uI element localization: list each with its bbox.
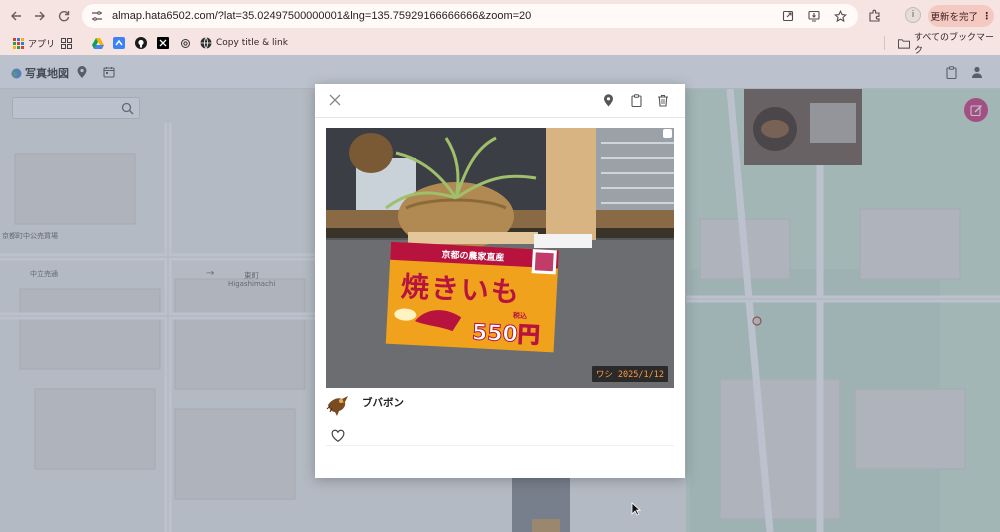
bookmark-app[interactable] <box>113 35 125 51</box>
browser-toolbar: almap.hata6502.com/?lat=35.0249750000000… <box>0 0 1000 32</box>
extensions-puzzle-icon[interactable] <box>866 7 884 25</box>
globe-icon <box>200 37 212 49</box>
app-icon <box>113 37 125 49</box>
address-bar[interactable]: almap.hata6502.com/?lat=35.0249750000000… <box>82 4 858 28</box>
mouse-cursor-icon <box>631 502 641 516</box>
github-icon <box>135 37 147 49</box>
close-icon[interactable] <box>327 92 343 108</box>
post-photo[interactable]: 京都の農家直産 焼きいも 税込 550円 ワシ 2025/1/12 <box>326 128 674 388</box>
bookmark-copy-title[interactable]: Copy title & link <box>200 35 288 51</box>
all-bookmarks-folder[interactable]: すべてのブックマーク <box>898 33 1000 56</box>
post-author[interactable]: ブバボン <box>326 395 404 417</box>
sign-title: 焼きいも <box>400 269 522 310</box>
author-avatar[interactable] <box>326 395 350 417</box>
bookmark-grid[interactable] <box>60 35 72 51</box>
bookmark-label: Copy title & link <box>216 38 288 48</box>
sign-price: 550円 <box>471 320 541 350</box>
browser-chrome: almap.hata6502.com/?lat=35.0249750000000… <box>0 0 1000 56</box>
update-button-label: 更新を完了 <box>930 12 978 23</box>
bookmark-drive[interactable] <box>92 35 104 51</box>
modal-divider <box>326 445 674 446</box>
photo-date-stamp: ワシ 2025/1/12 <box>591 366 668 382</box>
open-external-icon[interactable] <box>780 8 796 24</box>
profile-avatar[interactable]: i <box>905 7 921 23</box>
modal-header <box>315 84 685 118</box>
reload-icon[interactable] <box>54 6 74 26</box>
openai-icon <box>179 37 191 49</box>
bookmark-label: アプリ <box>28 39 56 50</box>
install-app-icon[interactable] <box>806 8 822 24</box>
back-arrow-icon[interactable] <box>6 6 26 26</box>
profile-initial: i <box>911 10 915 20</box>
clipboard-icon[interactable] <box>628 92 644 108</box>
bookmark-star-icon[interactable] <box>832 8 848 24</box>
bookmark-apps[interactable]: アプリ <box>12 35 55 51</box>
forward-arrow-icon[interactable] <box>30 6 50 26</box>
x-icon <box>157 37 169 49</box>
site-info-icon[interactable] <box>90 9 104 23</box>
bookmark-openai[interactable] <box>179 35 191 51</box>
author-name: ブバボン <box>362 396 404 409</box>
apps-grid-icon <box>12 37 24 49</box>
all-bookmarks-label: すべてのブックマーク <box>914 33 995 56</box>
folder-icon <box>898 37 910 49</box>
photo-detail-modal: 京都の農家直産 焼きいも 税込 550円 ワシ 2025/1/12 ブバボン <box>315 84 685 478</box>
bookmark-github[interactable] <box>135 35 147 51</box>
url-text[interactable]: almap.hata6502.com/?lat=35.0249750000000… <box>112 10 531 22</box>
location-pin-icon[interactable] <box>600 92 616 108</box>
trash-icon[interactable] <box>655 92 671 108</box>
update-button[interactable]: 更新を完了 ⋮ <box>928 5 994 27</box>
bookmark-x[interactable] <box>157 35 169 51</box>
more-menu-icon[interactable]: ⋮ <box>982 11 992 22</box>
drive-icon <box>92 37 104 49</box>
like-heart-icon[interactable] <box>331 428 345 443</box>
bookmarks-bar: アプリ Copy title & link すべてのブックマーク <box>0 32 1000 56</box>
photo-select-checkbox[interactable] <box>663 129 672 138</box>
bookmarks-divider <box>884 36 885 50</box>
grid-icon <box>60 37 72 49</box>
